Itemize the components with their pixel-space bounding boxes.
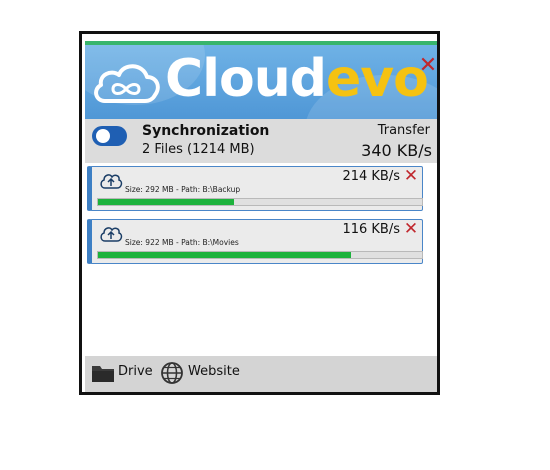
progress-bar — [97, 198, 423, 206]
transfer-item: Size: 292 MB - Path: B:\Backup 214 KB/s … — [87, 166, 423, 211]
cancel-transfer-button[interactable]: ✕ — [403, 168, 419, 185]
transfer-item: Size: 922 MB - Path: B:\Movies 116 KB/s … — [87, 219, 423, 264]
sync-file-summary: 2 Files (1214 MB) — [142, 142, 255, 157]
transfer-rate: 340 KB/s — [361, 141, 432, 160]
app-window: Cloudevo ✕ Synchronization 2 Files (1214… — [79, 31, 440, 395]
app-header: Cloudevo ✕ — [85, 45, 437, 119]
website-link[interactable]: Website — [188, 364, 240, 379]
transfer-meta: Size: 292 MB - Path: B:\Backup — [125, 185, 241, 194]
transfer-meta: Size: 922 MB - Path: B:\Movies — [125, 238, 239, 247]
sync-status-bar: Synchronization 2 Files (1214 MB) Transf… — [85, 119, 437, 163]
close-window-button[interactable]: ✕ — [418, 55, 437, 77]
progress-fill — [98, 252, 351, 258]
drive-link[interactable]: Drive — [118, 364, 153, 379]
globe-icon[interactable] — [160, 361, 184, 385]
sync-title: Synchronization — [142, 123, 270, 139]
footer-bar: Drive Website — [85, 356, 437, 392]
cloud-upload-icon — [100, 227, 123, 242]
transfer-speed: 116 KB/s — [342, 222, 400, 237]
folder-icon[interactable] — [91, 362, 115, 384]
progress-bar — [97, 251, 423, 259]
sync-toggle[interactable] — [92, 126, 127, 146]
toggle-knob — [96, 129, 110, 143]
brand-part-2: evo — [325, 49, 429, 109]
progress-fill — [98, 199, 235, 205]
cloud-logo-icon — [94, 64, 160, 103]
cloud-upload-icon — [100, 174, 123, 189]
brand-part-1: Cloud — [165, 49, 327, 109]
cancel-transfer-button[interactable]: ✕ — [403, 221, 419, 238]
app-brand: Cloudevo — [165, 47, 429, 111]
transfer-speed: 214 KB/s — [342, 169, 400, 184]
transfer-label: Transfer — [377, 123, 430, 138]
